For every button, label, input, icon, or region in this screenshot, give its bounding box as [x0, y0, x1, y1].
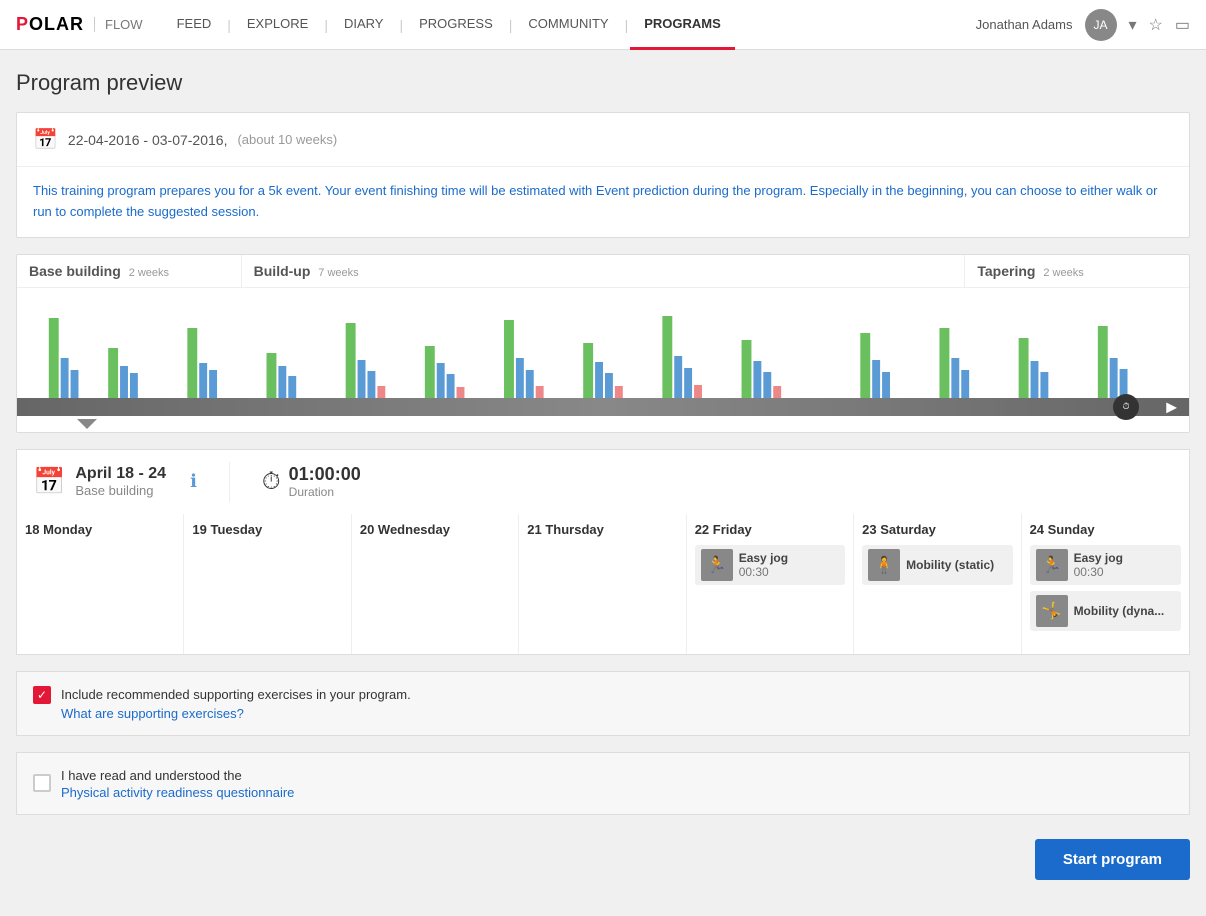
- nav-diary[interactable]: DIARY: [330, 0, 398, 50]
- duration-label: Duration: [289, 485, 361, 499]
- week-duration: ⏱ 01:00:00 Duration: [262, 464, 361, 499]
- sunday-activity-1[interactable]: 🏃 Easy jog 00:30: [1030, 545, 1181, 585]
- supporting-checkbox[interactable]: ✓: [33, 686, 51, 704]
- phase-tapering: Tapering 2 weeks: [965, 255, 1189, 287]
- friday-activity-1-icon: 🏃: [701, 549, 733, 581]
- sunday-activity-2-icon: 🤸: [1036, 595, 1068, 627]
- nav-programs[interactable]: PROGRAMS: [630, 0, 735, 50]
- calendar-day-monday: 18 Monday: [17, 514, 184, 654]
- questionnaire-link[interactable]: Physical activity readiness questionnair…: [61, 785, 294, 800]
- nav-sep-1: |: [227, 17, 231, 33]
- nav-progress[interactable]: PROGRESS: [405, 0, 507, 50]
- day-wednesday-header: 20 Wednesday: [360, 522, 510, 537]
- sunday-activity-2[interactable]: 🤸 Mobility (dyna...: [1030, 591, 1181, 631]
- date-approx: (about 10 weeks): [237, 132, 337, 147]
- calendar-day-thursday: 21 Thursday: [519, 514, 686, 654]
- avatar[interactable]: JA: [1085, 9, 1117, 41]
- sunday-activity-2-info: Mobility (dyna...: [1074, 604, 1165, 618]
- sunday-activity-1-icon: 🏃: [1036, 549, 1068, 581]
- saturday-activity-1-info: Mobility (static): [906, 558, 994, 572]
- footer-actions: Start program: [16, 831, 1190, 896]
- sunday-activity-1-name: Easy jog: [1074, 551, 1123, 565]
- week-date: April 18 - 24: [75, 465, 166, 483]
- friday-activity-1-name: Easy jog: [739, 551, 788, 565]
- chevron-down-icon[interactable]: ▾: [1129, 15, 1137, 35]
- week-pointer: [77, 419, 97, 429]
- phase-buildup-weeks: 7 weeks: [318, 267, 358, 279]
- program-info-card: 📅 22-04-2016 - 03-07-2016, (about 10 wee…: [16, 112, 1190, 238]
- nav-links: FEED | EXPLORE | DIARY | PROGRESS | COMM…: [163, 0, 976, 50]
- questionnaire-text-block: I have read and understood the Physical …: [61, 767, 294, 800]
- friday-activity-1[interactable]: 🏃 Easy jog 00:30: [695, 545, 845, 585]
- nav-sep-4: |: [509, 17, 513, 33]
- page-title: Program preview: [16, 70, 1190, 96]
- supporting-link[interactable]: What are supporting exercises?: [61, 706, 1173, 721]
- user-name: Jonathan Adams: [976, 17, 1073, 32]
- calendar-day-saturday: 23 Saturday 🧍 Mobility (static): [854, 514, 1021, 654]
- chart-section: Base building 2 weeks Build-up 7 weeks T…: [16, 254, 1190, 433]
- nav-community[interactable]: COMMUNITY: [514, 0, 622, 50]
- saturday-activity-1-icon: 🧍: [868, 549, 900, 581]
- calendar-icon: 📅: [33, 127, 58, 152]
- phase-tapering-name: Tapering: [977, 263, 1035, 279]
- sunday-activity-2-name: Mobility (dyna...: [1074, 604, 1165, 618]
- supporting-exercises-section: ✓ Include recommended supporting exercis…: [16, 671, 1190, 736]
- nav-feed[interactable]: FEED: [163, 0, 226, 50]
- timeline-scrubber[interactable]: ⏱: [1113, 394, 1139, 420]
- phase-base: Base building 2 weeks: [17, 255, 242, 287]
- navbar: POLAR FLOW FEED | EXPLORE | DIARY | PROG…: [0, 0, 1206, 50]
- friday-activity-1-info: Easy jog 00:30: [739, 551, 788, 579]
- phase-base-name: Base building: [29, 263, 121, 279]
- week-header: 📅 April 18 - 24 Base building ℹ ⏱ 01:00:…: [16, 449, 1190, 514]
- stopwatch-icon: ⏱: [262, 468, 281, 496]
- week-separator: [229, 462, 230, 502]
- day-tuesday-header: 19 Tuesday: [192, 522, 342, 537]
- brand: POLAR FLOW: [16, 14, 143, 35]
- start-program-button[interactable]: Start program: [1035, 839, 1190, 880]
- calendar-day-wednesday: 20 Wednesday: [352, 514, 519, 654]
- nav-sep-3: |: [399, 17, 403, 33]
- day-sunday-header: 24 Sunday: [1030, 522, 1181, 537]
- week-calendar-icon: 📅: [33, 466, 65, 497]
- nav-sep-2: |: [324, 17, 328, 33]
- saturday-activity-1-name: Mobility (static): [906, 558, 994, 572]
- sunday-activity-1-time: 00:30: [1074, 565, 1123, 579]
- supporting-text-block: Include recommended supporting exercises…: [61, 686, 1173, 721]
- polar-logo: POLAR: [16, 14, 84, 35]
- star-icon[interactable]: ☆: [1149, 15, 1163, 35]
- calendar-day-tuesday: 19 Tuesday: [184, 514, 351, 654]
- program-description: This training program prepares you for a…: [17, 166, 1189, 237]
- nav-sep-5: |: [625, 17, 629, 33]
- calendar-grid: 18 Monday 19 Tuesday 20 Wednesday 21 Thu…: [16, 514, 1190, 655]
- day-thursday-header: 21 Thursday: [527, 522, 677, 537]
- calendar-day-sunday: 24 Sunday 🏃 Easy jog 00:30 🤸 Mobility (d…: [1022, 514, 1189, 654]
- week-phase: Base building: [75, 483, 166, 498]
- questionnaire-section: I have read and understood the Physical …: [16, 752, 1190, 815]
- calendar-day-friday: 22 Friday 🏃 Easy jog 00:30: [687, 514, 854, 654]
- questionnaire-label: I have read and understood the: [61, 768, 242, 783]
- nav-explore[interactable]: EXPLORE: [233, 0, 322, 50]
- questionnaire-checkbox[interactable]: [33, 774, 51, 792]
- chat-icon[interactable]: ▭: [1175, 15, 1190, 35]
- chart-bars: [29, 298, 1177, 398]
- chart-next-icon[interactable]: ▶: [1166, 398, 1177, 415]
- date-range-text: 22-04-2016 - 03-07-2016,: [68, 132, 228, 148]
- saturday-activity-1[interactable]: 🧍 Mobility (static): [862, 545, 1012, 585]
- phase-buildup-name: Build-up: [254, 263, 311, 279]
- page-container: Program preview 📅 22-04-2016 - 03-07-201…: [0, 50, 1206, 916]
- day-friday-header: 22 Friday: [695, 522, 845, 537]
- sunday-activity-1-info: Easy jog 00:30: [1074, 551, 1123, 579]
- day-saturday-header: 23 Saturday: [862, 522, 1012, 537]
- supporting-label: Include recommended supporting exercises…: [61, 687, 411, 702]
- duration-time: 01:00:00: [289, 464, 361, 485]
- day-monday-header: 18 Monday: [25, 522, 175, 537]
- phase-base-weeks: 2 weeks: [129, 267, 169, 279]
- date-range-section: 📅 22-04-2016 - 03-07-2016, (about 10 wee…: [17, 113, 1189, 166]
- phase-buildup: Build-up 7 weeks: [242, 255, 966, 287]
- phase-tapering-weeks: 2 weeks: [1043, 267, 1083, 279]
- info-icon[interactable]: ℹ: [190, 471, 197, 492]
- nav-right: Jonathan Adams JA ▾ ☆ ▭: [976, 9, 1190, 41]
- friday-activity-1-time: 00:30: [739, 565, 788, 579]
- flow-label: FLOW: [94, 17, 143, 32]
